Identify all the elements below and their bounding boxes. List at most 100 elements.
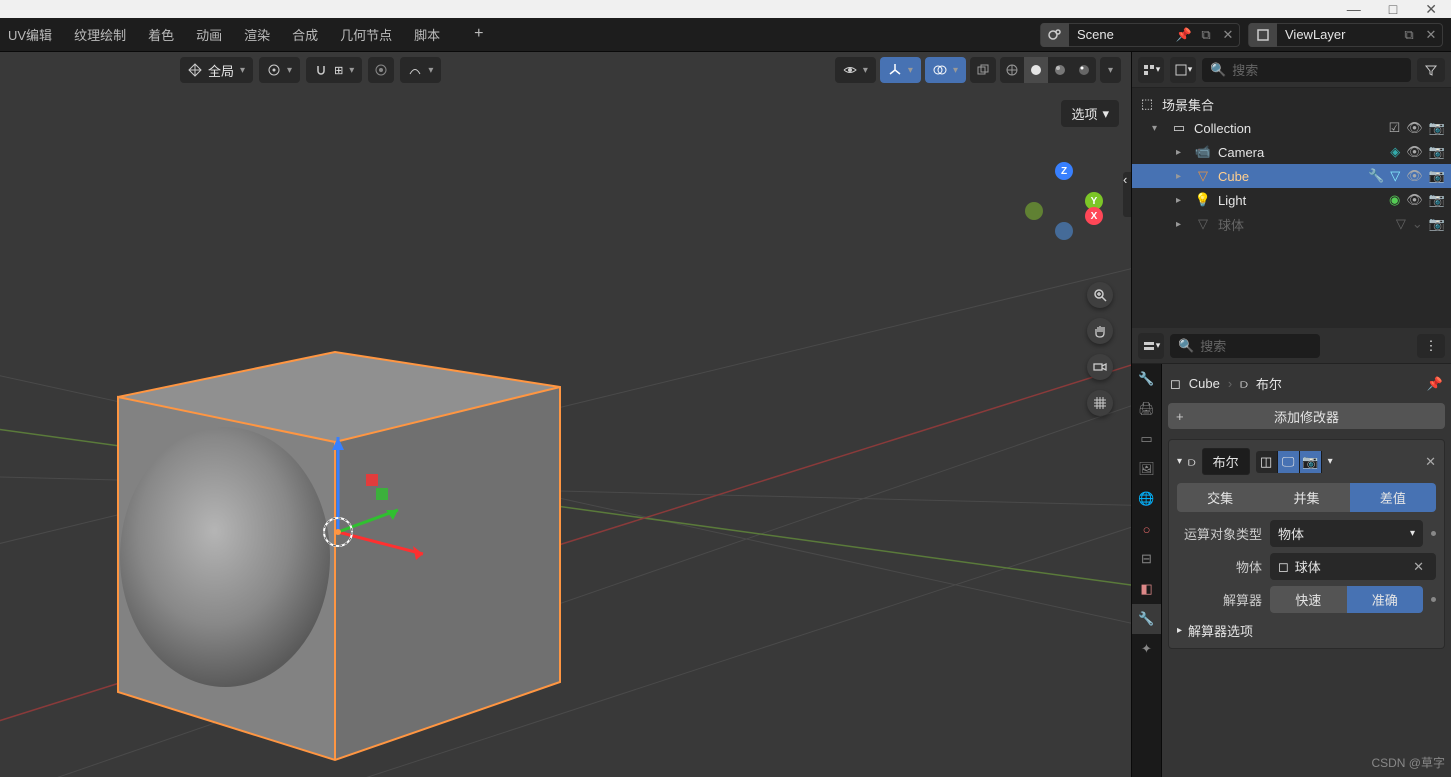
scene-selector[interactable]: Scene 📌 ⧉ ✕ — [1040, 23, 1240, 47]
proportional-edit-toggle[interactable] — [368, 57, 394, 83]
shading-wireframe[interactable] — [1000, 57, 1024, 83]
snap-toggle[interactable]: ⊞ ▾ — [306, 57, 362, 83]
camera-icon[interactable]: 📷 — [1429, 168, 1445, 184]
tab-scene[interactable]: 🖼 — [1132, 454, 1161, 484]
chevron-down-icon[interactable]: ▾ — [1152, 123, 1164, 134]
camera-icon[interactable]: 📷 — [1429, 120, 1445, 136]
remove-modifier-button[interactable]: ✕ — [1425, 454, 1436, 470]
tab-uv-editing[interactable]: UV编辑 — [8, 25, 52, 44]
animate-prop-icon[interactable] — [1431, 597, 1436, 602]
shading-solid[interactable] — [1024, 57, 1048, 83]
camera-icon[interactable]: 📷 — [1429, 192, 1445, 208]
mode-union[interactable]: 并集 — [1263, 483, 1349, 512]
tree-scene-collection[interactable]: ⬚ 场景集合 — [1132, 92, 1451, 116]
navigation-gizmo[interactable]: Z Y X — [1025, 162, 1103, 240]
add-workspace-button[interactable]: + — [474, 25, 483, 44]
animate-prop-icon[interactable] — [1431, 531, 1436, 536]
mode-difference[interactable]: 差值 — [1350, 483, 1436, 512]
tree-item-camera[interactable]: ▸ 📹 Camera ◈ 👁 📷 — [1132, 140, 1451, 164]
chevron-right-icon[interactable]: ▸ — [1176, 219, 1188, 230]
chevron-right-icon[interactable]: ▸ — [1176, 147, 1188, 158]
operand-type-dropdown[interactable]: 物体 ▾ — [1270, 520, 1423, 547]
eye-closed-icon[interactable]: ⌄ — [1412, 216, 1423, 232]
close-button[interactable]: ✕ — [1425, 1, 1437, 18]
properties-editor-dropdown[interactable]: ▾ — [1138, 333, 1164, 359]
outliner-filter-button[interactable] — [1417, 58, 1445, 82]
mod-render-toggle[interactable]: 📷 — [1300, 451, 1322, 473]
tab-animation[interactable]: 动画 — [196, 25, 222, 44]
solver-fast[interactable]: 快速 — [1270, 586, 1347, 613]
shading-options-dropdown[interactable]: ▾ — [1100, 57, 1121, 83]
overlay-toggle[interactable]: ▾ — [925, 57, 966, 83]
pin-scene-icon[interactable]: 📌 — [1173, 23, 1195, 47]
viewport-3d[interactable]: 全局 ▾ ▾ ⊞ ▾ ▾ — [0, 52, 1131, 777]
solver-exact[interactable]: 准确 — [1347, 586, 1424, 613]
clear-object-button[interactable]: ✕ — [1409, 559, 1428, 575]
properties-options[interactable]: ⋮ — [1417, 334, 1445, 358]
viewlayer-selector[interactable]: ViewLayer ⧉ ✕ — [1248, 23, 1443, 47]
eye-icon[interactable]: 👁 — [1406, 168, 1423, 184]
tab-texture-paint[interactable]: 纹理绘制 — [74, 25, 126, 44]
tab-viewlayer[interactable]: ▭ — [1132, 424, 1161, 454]
pivot-dropdown[interactable]: ▾ — [259, 57, 300, 83]
proportional-falloff-dropdown[interactable]: ▾ — [400, 57, 441, 83]
pan-button[interactable] — [1087, 318, 1113, 344]
shading-material[interactable] — [1048, 57, 1072, 83]
tree-item-sphere[interactable]: ▸ ▽ 球体 ▽ ⌄ 📷 — [1132, 212, 1451, 236]
modifier-extras-dropdown[interactable]: ▾ — [1328, 456, 1333, 467]
tab-output[interactable]: 🖨 — [1132, 394, 1161, 424]
tab-particles[interactable]: ✦ — [1132, 634, 1161, 664]
perspective-toggle[interactable] — [1087, 390, 1113, 416]
shading-rendered[interactable] — [1072, 57, 1096, 83]
new-scene-icon[interactable]: ⧉ — [1195, 23, 1217, 47]
tab-rendering[interactable]: 渲染 — [244, 25, 270, 44]
outliner-editor-dropdown[interactable]: ▾ — [1138, 57, 1164, 83]
tab-object[interactable]: ○ — [1132, 514, 1161, 544]
axis-neg-z[interactable] — [1055, 222, 1073, 240]
tab-render[interactable]: 🔧 — [1132, 364, 1161, 394]
tab-geometry-nodes[interactable]: 几何节点 — [340, 25, 392, 44]
object-picker[interactable]: ◻ 球体 ✕ — [1270, 553, 1436, 580]
tree-collection[interactable]: ▾ ▭ Collection ☑ 👁 📷 — [1132, 116, 1451, 140]
camera-icon[interactable]: 📷 — [1429, 216, 1445, 232]
tab-constraints[interactable]: ⊟ — [1132, 544, 1161, 574]
outliner-search[interactable]: 🔍 搜索 — [1202, 58, 1411, 82]
breadcrumb-object[interactable]: Cube — [1189, 376, 1220, 391]
axis-neg-y[interactable] — [1025, 202, 1043, 220]
tab-shading[interactable]: 着色 — [148, 25, 174, 44]
tree-item-cube[interactable]: ▸ ▽ Cube 🔧 ▽ 👁 📷 — [1132, 164, 1451, 188]
axis-z[interactable]: Z — [1055, 162, 1073, 180]
tree-item-light[interactable]: ▸ 💡 Light ◉ 👁 📷 — [1132, 188, 1451, 212]
chevron-right-icon[interactable]: ▸ — [1176, 171, 1188, 182]
modifier-name-field[interactable]: 布尔 — [1202, 448, 1250, 475]
outliner-display-mode[interactable]: ▾ — [1170, 57, 1196, 83]
tab-scripting[interactable]: 脚本 — [414, 25, 440, 44]
pin-icon[interactable]: 📌 — [1427, 376, 1443, 392]
chevron-right-icon[interactable]: ▸ — [1176, 195, 1188, 206]
tab-world[interactable]: 🌐 — [1132, 484, 1161, 514]
xray-toggle[interactable] — [970, 57, 996, 83]
tab-modifiers[interactable]: 🔧 — [1132, 604, 1161, 634]
visibility-dropdown[interactable]: ▾ — [835, 57, 876, 83]
remove-viewlayer-icon[interactable]: ✕ — [1420, 23, 1442, 47]
eye-icon[interactable]: 👁 — [1406, 144, 1423, 160]
minimize-button[interactable]: — — [1347, 1, 1361, 17]
remove-scene-icon[interactable]: ✕ — [1217, 23, 1239, 47]
camera-view-button[interactable] — [1087, 354, 1113, 380]
tab-compositing[interactable]: 合成 — [292, 25, 318, 44]
axis-x[interactable]: X — [1085, 207, 1103, 225]
properties-search[interactable]: 🔍 搜索 — [1170, 334, 1320, 358]
add-modifier-dropdown[interactable]: + 添加修改器 — [1168, 403, 1445, 429]
new-viewlayer-icon[interactable]: ⧉ — [1398, 23, 1420, 47]
mod-edit-mode-toggle[interactable]: ◫ — [1256, 451, 1278, 473]
checkbox-icon[interactable]: ☑ — [1389, 120, 1401, 136]
mode-intersect[interactable]: 交集 — [1177, 483, 1263, 512]
camera-icon[interactable]: 📷 — [1429, 144, 1445, 160]
eye-icon[interactable]: 👁 — [1406, 120, 1423, 136]
options-dropdown[interactable]: 选项▾ — [1061, 100, 1119, 127]
chevron-down-icon[interactable]: ▾ — [1177, 456, 1182, 467]
solver-options-subpanel[interactable]: ▸ 解算器选项 — [1177, 621, 1436, 640]
zoom-button[interactable] — [1087, 282, 1113, 308]
eye-icon[interactable]: 👁 — [1406, 192, 1423, 208]
mod-realtime-toggle[interactable]: 🖵 — [1278, 451, 1300, 473]
